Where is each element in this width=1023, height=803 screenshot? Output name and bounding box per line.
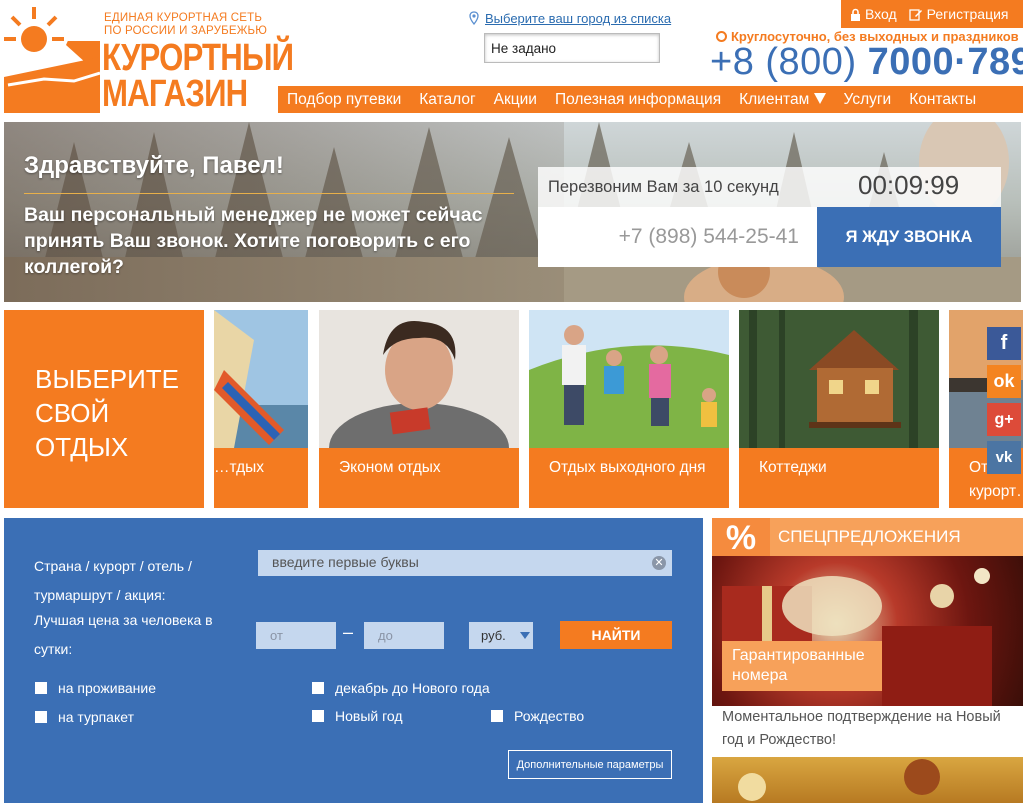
city-select-link[interactable]: Выберите ваш город из списка <box>485 11 671 26</box>
callback-request-button[interactable]: Я ЖДУ ЗВОНКА <box>817 207 1001 267</box>
checkbox-label: декабрь до Нового года <box>335 680 490 696</box>
manager-message: Ваш персональный менеджер не может сейча… <box>24 204 483 278</box>
checkbox-accommodation[interactable]: на проживание <box>35 680 156 696</box>
tile-label: Коттеджи <box>739 448 939 508</box>
second-offer-image[interactable] <box>712 757 1023 803</box>
page: ЕДИНАЯ КУРОРТНАЯ СЕТЬ ПО РОССИИ И ЗАРУБЕ… <box>0 0 1023 803</box>
callback-text: Перезвоним Вам за 10 секунд <box>548 177 779 196</box>
hero-banner: Здравствуйте, Павел! Ваш персональный ме… <box>4 122 1021 302</box>
special-offers-title: СПЕЦПРЕДЛОЖЕНИЯ <box>778 527 961 546</box>
sun-logo-icon[interactable] <box>4 5 100 113</box>
price-to-input[interactable]: до <box>364 622 444 649</box>
odnoklassniki-icon[interactable]: ok <box>987 365 1021 398</box>
nav-item-tour-selection[interactable]: Подбор путевки <box>278 91 410 109</box>
smiling-man-card-image <box>319 310 519 448</box>
greeting-divider <box>24 193 514 194</box>
register-label: Регистрация <box>926 6 1009 22</box>
destination-label: Страна / курорт / отель / турмаршрут / а… <box>34 558 192 603</box>
guaranteed-rooms-badge: Гарантированные номера <box>722 641 882 691</box>
clear-icon[interactable]: ✕ <box>652 556 666 570</box>
google-plus-icon[interactable]: g+ <box>987 403 1021 436</box>
vacation-tile-cottages[interactable]: Коттеджи <box>739 310 939 508</box>
family-meadow-image <box>529 310 729 448</box>
destination-input[interactable]: введите первые буквы <box>258 550 672 576</box>
nav-item-clients-label: Клиентам <box>739 90 810 108</box>
greeting-heading: Здравствуйте, Павел! <box>24 152 284 179</box>
tile-label: Отдых выходного дня <box>529 448 729 508</box>
login-label: Вход <box>865 6 897 22</box>
tagline: ЕДИНАЯ КУРОРТНАЯ СЕТЬ ПО РОССИИ И ЗАРУБЕ… <box>104 12 267 38</box>
auth-bar: Вход Регистрация <box>841 0 1023 28</box>
brand-line1: КУРОРТНЫЙ <box>102 37 294 79</box>
vk-icon[interactable]: vk <box>987 441 1021 474</box>
social-bar: f ok g+ vk <box>987 323 1023 474</box>
nav-item-contacts[interactable]: Контакты <box>900 91 985 109</box>
tile-label: …тдых <box>214 448 308 508</box>
find-button[interactable]: НАЙТИ <box>560 621 672 649</box>
checkbox-label: на турпакет <box>58 709 134 725</box>
edit-icon <box>909 8 922 21</box>
register-button[interactable]: Регистрация <box>909 6 1009 22</box>
price-from-input[interactable]: от <box>256 622 336 649</box>
brand-name[interactable]: КУРОРТНЫЙ МАГАЗИН <box>102 37 294 115</box>
special-offer-text: Моментальное подтверждение на Новый год … <box>722 709 1001 748</box>
callback-phone-input[interactable]: +7 (898) 544-25-41 <box>538 207 817 267</box>
checkbox-box <box>312 710 324 722</box>
checkbox-label: на проживание <box>58 680 156 696</box>
vacation-tile-beach[interactable]: …тдых <box>214 310 308 508</box>
location-pin-icon <box>469 11 479 25</box>
nav-item-clients[interactable]: Клиентам <box>730 91 834 109</box>
checkbox-new-year[interactable]: Новый год <box>312 708 403 724</box>
tour-search-panel: Страна / курорт / отель / турмаршрут / а… <box>4 518 703 803</box>
main-nav: Подбор путевки Каталог Акции Полезная ин… <box>278 86 1023 113</box>
price-range-dash: – <box>343 622 354 642</box>
nav-item-useful-info[interactable]: Полезная информация <box>546 91 730 109</box>
phone-number: 7000·789 <box>867 41 1023 83</box>
checkbox-box <box>35 682 47 694</box>
city-field[interactable]: Не задано <box>484 33 660 63</box>
checkbox-tour-package[interactable]: на турпакет <box>35 709 134 725</box>
brand-line2: МАГАЗИН <box>102 73 248 115</box>
nav-item-catalog[interactable]: Каталог <box>410 91 484 109</box>
hotline-phone[interactable]: +8 (800) 7000·789 <box>710 41 1023 84</box>
ornament-graphic <box>738 759 940 801</box>
checkbox-box <box>491 710 503 722</box>
checkbox-label: Новый год <box>335 708 403 724</box>
login-button[interactable]: Вход <box>850 6 897 22</box>
nav-item-services[interactable]: Услуги <box>835 91 901 109</box>
checkbox-box <box>312 682 324 694</box>
vacation-tile-weekend[interactable]: Отдых выходного дня <box>529 310 729 508</box>
tile-label: Эконом отдых <box>319 448 519 508</box>
choose-vacation-title: ВЫБЕРИТЕ СВОЙ ОТДЫХ <box>4 310 204 508</box>
tagline-line1: ЕДИНАЯ КУРОРТНАЯ СЕТЬ <box>104 12 263 24</box>
beach-chair-image <box>214 310 308 448</box>
checkbox-december[interactable]: декабрь до Нового года <box>312 680 490 696</box>
caret-down-icon <box>813 92 826 104</box>
vacation-tile-economy[interactable]: Эконом отдых <box>319 310 519 508</box>
more-params-button[interactable]: Дополнительные параметры <box>508 750 672 779</box>
facebook-icon[interactable]: f <box>987 327 1021 360</box>
checkbox-christmas[interactable]: Рождество <box>491 708 584 724</box>
nav-item-promotions[interactable]: Акции <box>485 91 546 109</box>
checkbox-box <box>35 711 47 723</box>
checkbox-label: Рождество <box>514 708 585 724</box>
price-label: Лучшая цена за человека в сутки: <box>34 612 213 657</box>
chevron-down-icon <box>520 632 530 639</box>
lock-icon <box>851 8 860 21</box>
callback-timer: 00:09:99 <box>858 170 960 200</box>
cottage-forest-image <box>739 310 939 448</box>
percent-icon: % <box>712 518 770 556</box>
phone-prefix: +8 (800) <box>710 41 857 83</box>
